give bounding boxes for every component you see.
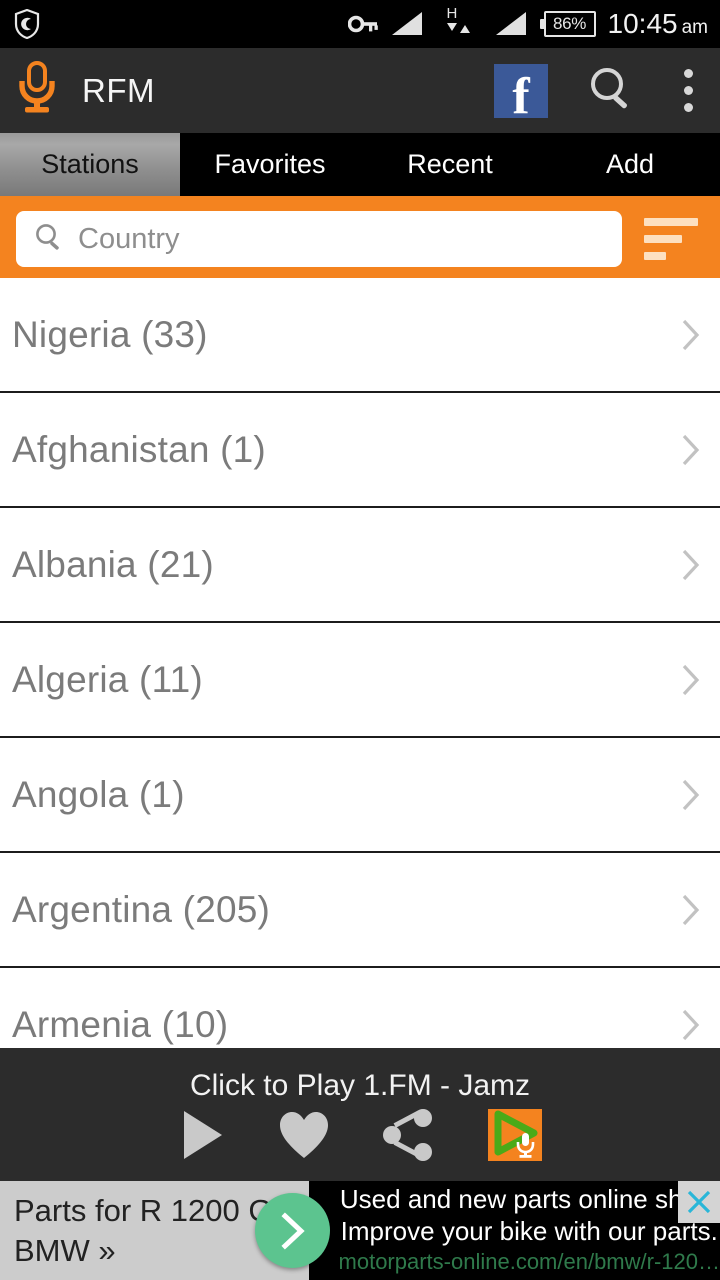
list-item-label: Afghanistan (1)	[12, 428, 266, 470]
chevron-right-icon	[682, 664, 700, 695]
facebook-icon[interactable]: f	[494, 63, 548, 118]
app-bar: RFM f	[0, 48, 720, 133]
list-item[interactable]: Angola (1)	[0, 738, 720, 853]
list-item[interactable]: Algeria (11)	[0, 623, 720, 738]
search-placeholder: Country	[78, 222, 180, 255]
list-item[interactable]: Albania (21)	[0, 508, 720, 623]
heart-icon[interactable]	[278, 1110, 330, 1160]
play-store-mic-icon[interactable]	[488, 1108, 542, 1161]
list-item[interactable]: Nigeria (33)	[0, 278, 720, 393]
status-bar-clock: 10:45 am	[608, 8, 708, 40]
play-icon[interactable]	[178, 1109, 226, 1161]
key-icon	[347, 13, 378, 35]
list-item[interactable]: Argentina (205)	[0, 853, 720, 968]
search-input[interactable]: Country	[16, 211, 622, 267]
network-type-label: H	[446, 5, 458, 22]
search-icon[interactable]	[586, 63, 636, 118]
chevron-right-icon	[682, 894, 700, 925]
status-bar: H 86% 10:45 am	[0, 0, 720, 48]
player-title: Click to Play 1.FM - Jamz	[189, 1068, 531, 1102]
tab-recent[interactable]: Recent	[360, 133, 540, 196]
tab-favorites-label: Favorites	[214, 149, 326, 179]
player-controls	[178, 1108, 542, 1161]
shield-c-icon	[14, 9, 40, 39]
ad-url: motorparts-online.com/en/bmw/r-120…	[338, 1248, 720, 1274]
tab-add[interactable]: Add	[540, 133, 720, 196]
tab-add-label: Add	[605, 149, 655, 179]
ad-banner[interactable]: Parts for R 1200 GS BMW » Used and new p…	[0, 1181, 720, 1280]
network-type-h-icon: H	[436, 5, 482, 39]
tab-recent-label: Recent	[407, 149, 493, 179]
status-bar-left	[14, 9, 40, 39]
battery-level-label: 86%	[543, 11, 596, 37]
signal-bars-icon	[390, 11, 424, 37]
chevron-right-icon	[682, 549, 700, 580]
list-item-label: Angola (1)	[12, 773, 185, 815]
clock-time: 10:45	[607, 8, 678, 39]
list-item-label: Argentina (205)	[12, 888, 271, 930]
overflow-menu-icon[interactable]	[674, 65, 702, 116]
chevron-right-icon	[280, 1211, 305, 1250]
list-item[interactable]: Afghanistan (1)	[0, 393, 720, 508]
list-item-label: Albania (21)	[12, 543, 214, 585]
signal-bars-icon-2	[494, 11, 528, 37]
clock-ampm: am	[681, 17, 708, 38]
tab-stations-label: Stations	[41, 149, 139, 179]
list-item-label: Algeria (11)	[12, 658, 203, 700]
search-icon	[34, 222, 64, 257]
status-bar-right: H 86% 10:45 am	[347, 5, 708, 40]
facebook-letter: f	[512, 67, 530, 118]
data-transfer-arrows-icon	[446, 23, 470, 33]
search-bar: Country	[0, 200, 720, 278]
share-icon[interactable]	[382, 1108, 436, 1161]
battery-indicator: 86%	[539, 11, 596, 37]
list-item-label: Nigeria (33)	[12, 313, 208, 355]
app-bar-actions: f	[494, 63, 702, 118]
tab-stations[interactable]: Stations	[0, 133, 180, 196]
tab-bar: Stations Favorites Recent Add	[0, 133, 720, 196]
tab-favorites[interactable]: Favorites	[180, 133, 360, 196]
microphone-logo-icon	[14, 61, 60, 120]
ad-line2: Improve your bike with our parts.	[340, 1216, 718, 1247]
ad-body[interactable]: Used and new parts online shop. Improve …	[309, 1181, 720, 1280]
ad-line1: Used and new parts online shop.	[339, 1184, 719, 1215]
player-bar[interactable]: Click to Play 1.FM - Jamz	[0, 1048, 720, 1181]
chevron-right-icon	[682, 434, 700, 465]
chevron-right-icon	[682, 779, 700, 810]
close-icon[interactable]	[678, 1181, 720, 1223]
sort-filter-icon[interactable]	[622, 218, 708, 260]
chevron-right-icon	[682, 1009, 700, 1040]
chevron-right-icon	[682, 319, 700, 350]
app-title: RFM	[82, 71, 155, 109]
list-item-label: Armenia (10)	[12, 1003, 229, 1045]
ad-headline-text: Parts for R 1200 GS BMW »	[14, 1192, 294, 1268]
country-list: Nigeria (33) Afghanistan (1) Albania (21…	[0, 278, 720, 1083]
ad-cta-button[interactable]	[255, 1193, 330, 1268]
